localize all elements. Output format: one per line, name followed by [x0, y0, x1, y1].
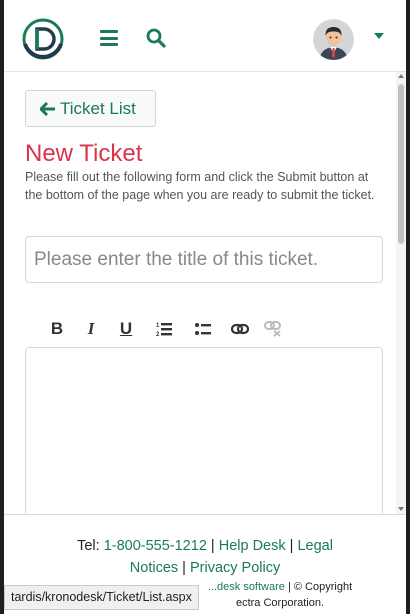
- search-icon[interactable]: [146, 28, 166, 48]
- back-button-label: Ticket List: [60, 98, 136, 118]
- footer-links-line: Notices | Privacy Policy: [129, 560, 281, 576]
- copyright-text: © Copyright: [293, 581, 353, 593]
- ticket-title-input[interactable]: [25, 236, 383, 283]
- legal-notices-link[interactable]: Legal: [297, 538, 332, 554]
- svg-text:1: 1: [156, 323, 160, 329]
- top-navbar: [4, 0, 406, 72]
- arrow-left-icon: [40, 101, 55, 116]
- legal-notices-link-cont[interactable]: Notices: [130, 560, 178, 576]
- unlink-icon[interactable]: [258, 318, 288, 340]
- form-instructions: Please fill out the following form and c…: [25, 170, 375, 202]
- back-to-ticket-list-button[interactable]: Ticket List: [25, 90, 156, 127]
- footer-contact-line: Tel: 1-800-555-1212 | Help Desk | Legal: [77, 538, 333, 554]
- unordered-list-icon[interactable]: [184, 318, 222, 340]
- powered-by-link[interactable]: ...desk software: [208, 581, 285, 593]
- ordered-list-icon[interactable]: 1 2: [144, 318, 184, 340]
- copyright-corporation: ectra Corporation.: [235, 597, 325, 609]
- svg-text:2: 2: [156, 332, 160, 337]
- help-desk-link[interactable]: Help Desk: [219, 538, 286, 554]
- scroll-up-arrow-icon[interactable]: [398, 74, 404, 78]
- caret-down-icon[interactable]: [374, 33, 384, 39]
- privacy-policy-link[interactable]: Privacy Policy: [190, 560, 280, 576]
- editor-toolbar: B I U 1 2: [40, 318, 288, 340]
- ticket-description-editor[interactable]: [25, 347, 383, 514]
- bold-button[interactable]: B: [40, 318, 74, 340]
- underline-button[interactable]: U: [108, 318, 144, 340]
- main-content: Ticket List New Ticket Please fill out t…: [4, 72, 396, 514]
- scroll-down-arrow-icon[interactable]: [398, 507, 404, 511]
- user-avatar[interactable]: [313, 19, 354, 60]
- browser-viewport: Ticket List New Ticket Please fill out t…: [4, 0, 406, 614]
- page-title: New Ticket: [25, 140, 143, 167]
- kronodesk-logo-icon[interactable]: [22, 18, 64, 60]
- hamburger-icon[interactable]: [100, 30, 118, 46]
- scroll-thumb[interactable]: [398, 84, 404, 244]
- tel-link[interactable]: 1-800-555-1212: [104, 538, 207, 554]
- vertical-scrollbar[interactable]: [396, 72, 406, 514]
- tel-label: Tel:: [77, 538, 100, 554]
- link-icon[interactable]: [222, 318, 258, 340]
- status-bar-url: tardis/kronodesk/Ticket/List.aspx: [4, 585, 199, 610]
- italic-button[interactable]: I: [74, 318, 108, 340]
